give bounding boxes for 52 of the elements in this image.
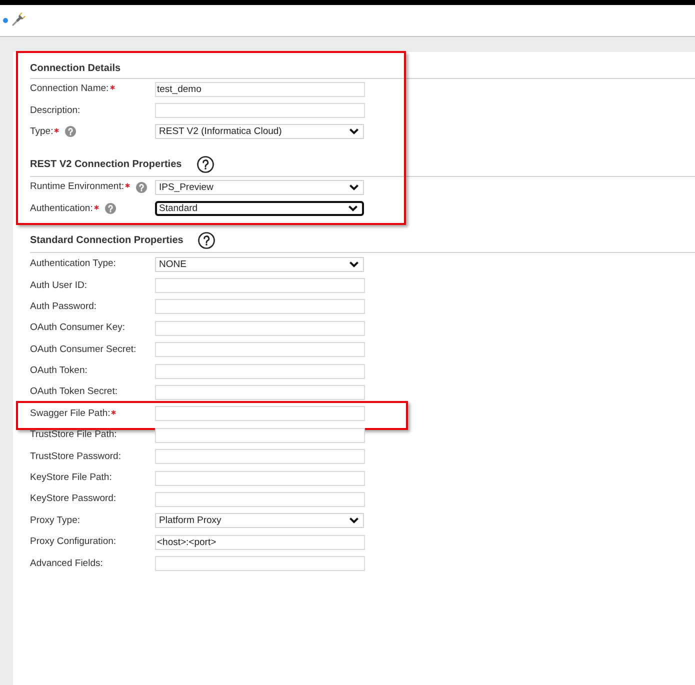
text-field[interactable] xyxy=(155,342,365,358)
section-title: REST V2 Connection Properties xyxy=(30,158,182,171)
section-title: Standard Connection Properties xyxy=(30,234,184,248)
chevron-down-icon xyxy=(349,517,359,524)
field-label: OAuth Token Secret: xyxy=(30,386,118,398)
text-field[interactable] xyxy=(155,103,365,118)
field-label: Swagger File Path: xyxy=(30,408,110,420)
dropdown-field[interactable]: IPS_Preview xyxy=(155,180,364,195)
dropdown-field[interactable]: REST V2 (Informatica Cloud) xyxy=(155,124,364,140)
field-label: Type: xyxy=(30,126,54,138)
chevron-down-icon xyxy=(349,184,359,191)
field-label: Proxy Configuration: xyxy=(30,536,116,548)
text-field[interactable] xyxy=(155,364,365,379)
plug-icon[interactable] xyxy=(12,12,26,26)
text-field[interactable] xyxy=(155,278,365,294)
chevron-down-icon xyxy=(349,260,359,268)
chevron-down-icon xyxy=(349,128,359,136)
field-label: KeyStore File Path: xyxy=(30,472,112,484)
text-field[interactable] xyxy=(155,299,365,314)
field-label: Proxy Type: xyxy=(30,514,80,527)
text-field[interactable] xyxy=(155,556,365,572)
dropdown-field[interactable]: Platform Proxy xyxy=(155,513,364,528)
field-label: TrustStore File Path: xyxy=(30,429,117,442)
field-label: Description: xyxy=(30,104,80,117)
field-label: Auth Password: xyxy=(30,300,97,313)
field-label: Connection Name: xyxy=(30,83,109,96)
text-field[interactable] xyxy=(155,428,365,443)
text-field[interactable] xyxy=(155,492,365,507)
field-label: OAuth Consumer Key: xyxy=(30,322,126,334)
dropdown-field[interactable]: Standard xyxy=(155,201,364,216)
field-label: OAuth Consumer Secret: xyxy=(30,344,136,356)
field-label: KeyStore Password: xyxy=(30,493,116,506)
help-icon[interactable] xyxy=(198,232,216,250)
text-field[interactable] xyxy=(155,406,365,422)
field-label: Authentication Type: xyxy=(30,258,116,270)
section-title: Connection Details xyxy=(30,62,121,74)
text-field[interactable] xyxy=(155,470,365,486)
field-label: Auth User ID: xyxy=(30,280,88,292)
field-label: Runtime Environment: xyxy=(30,181,124,194)
field-label: TrustStore Password: xyxy=(30,450,121,463)
text-field[interactable]: test_demo xyxy=(155,82,365,97)
chevron-down-icon xyxy=(348,205,358,212)
dot-icon xyxy=(3,18,8,23)
text-field[interactable] xyxy=(155,320,365,336)
text-field[interactable] xyxy=(155,449,365,464)
dropdown-field[interactable]: NONE xyxy=(155,256,364,272)
field-label: Authentication: xyxy=(30,202,93,215)
field-label: OAuth Token: xyxy=(30,365,88,378)
field-label: Advanced Fields: xyxy=(30,558,103,570)
help-icon[interactable] xyxy=(196,156,214,173)
text-field[interactable]: <host>:<port> xyxy=(155,534,365,550)
text-field[interactable] xyxy=(155,384,365,400)
